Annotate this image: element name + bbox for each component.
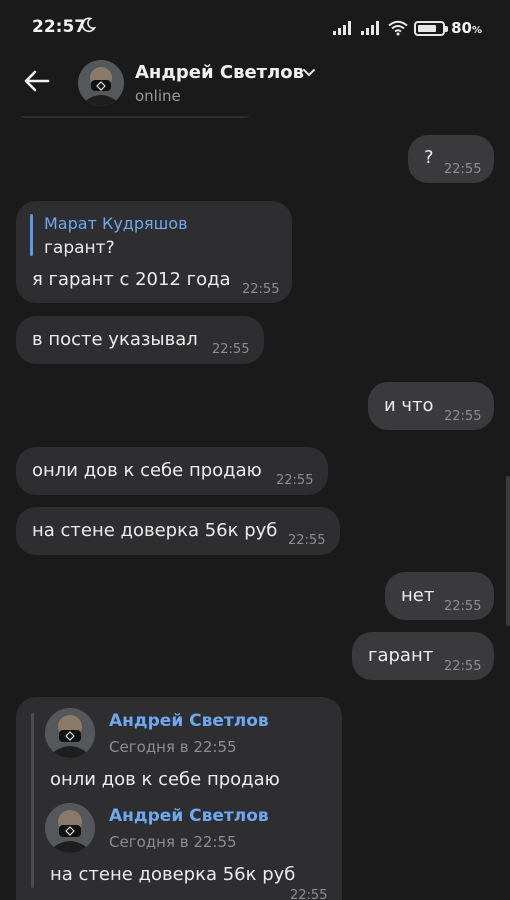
moon-icon (81, 17, 96, 33)
signal-icon (333, 21, 352, 35)
forward-author[interactable]: Андрей Светлов (109, 806, 269, 826)
signal-icon-2 (361, 21, 380, 35)
reply-text: гарант? (44, 238, 115, 258)
message-time: 22:55 (444, 162, 482, 177)
message-time: 22:55 (444, 659, 482, 674)
message-incoming[interactable]: на стене доверка 56к руб 22:55 (16, 507, 340, 555)
avatar[interactable] (45, 803, 95, 853)
message-text: нет (401, 585, 435, 606)
message-text: ? (424, 147, 434, 168)
avatar[interactable] (45, 708, 95, 758)
forward-quote-bar (31, 713, 34, 888)
wifi-icon (388, 20, 408, 36)
arrow-left-icon[interactable] (22, 68, 52, 94)
message-time: 22:55 (276, 473, 314, 488)
chat-header: Андрей Светлов online (0, 56, 510, 116)
message-text: в посте указывал (32, 329, 198, 350)
message-time: 22:55 (242, 282, 280, 297)
contact-status: online (135, 87, 181, 105)
message-text: онли дов к себе продаю (32, 460, 262, 481)
forward-date: Сегодня в 22:55 (109, 833, 237, 851)
message-incoming-forwarded[interactable]: Андрей Светлов Сегодня в 22:55 онли дов … (16, 697, 342, 900)
reply-author[interactable]: Марат Кудряшов (44, 214, 188, 233)
message-incoming[interactable]: онли дов к себе продаю 22:55 (16, 447, 328, 495)
reply-quote-bar (30, 214, 33, 256)
message-outgoing[interactable]: ? 22:55 (408, 135, 494, 183)
message-text: на стене доверка 56к руб (32, 520, 278, 541)
message-text: я гарант с 2012 года (32, 269, 231, 290)
message-outgoing[interactable]: нет 22:55 (385, 572, 494, 620)
message-text: и что (384, 395, 434, 416)
forward-text: на стене доверка 56к руб (50, 864, 296, 885)
contact-avatar[interactable] (78, 60, 124, 106)
forward-date: Сегодня в 22:55 (109, 738, 237, 756)
message-text: гарант (368, 645, 434, 666)
message-outgoing[interactable]: и что 22:55 (368, 382, 494, 430)
chevron-down-icon[interactable] (302, 68, 316, 78)
message-incoming[interactable]: в посте указывал 22:55 (16, 316, 264, 364)
message-incoming-reply[interactable]: Марат Кудряшов гарант? я гарант с 2012 г… (16, 201, 292, 303)
contact-name[interactable]: Андрей Светлов (135, 62, 304, 83)
previous-message-edge (16, 116, 254, 118)
message-time: 22:55 (212, 342, 250, 357)
message-time: 22:55 (290, 888, 328, 900)
battery-percent: 80% (451, 19, 482, 37)
message-time: 22:55 (444, 599, 482, 614)
message-list[interactable]: ? 22:55 Марат Кудряшов гарант? я гарант … (0, 116, 510, 900)
scrollbar[interactable] (506, 476, 510, 626)
message-time: 22:55 (288, 533, 326, 548)
forward-text: онли дов к себе продаю (50, 769, 280, 790)
forward-author[interactable]: Андрей Светлов (109, 711, 269, 731)
status-time: 22:57 (32, 17, 87, 37)
status-bar: 22:57 80% (0, 0, 510, 56)
battery-icon (414, 20, 449, 36)
message-outgoing[interactable]: гарант 22:55 (352, 632, 494, 680)
message-time: 22:55 (444, 409, 482, 424)
